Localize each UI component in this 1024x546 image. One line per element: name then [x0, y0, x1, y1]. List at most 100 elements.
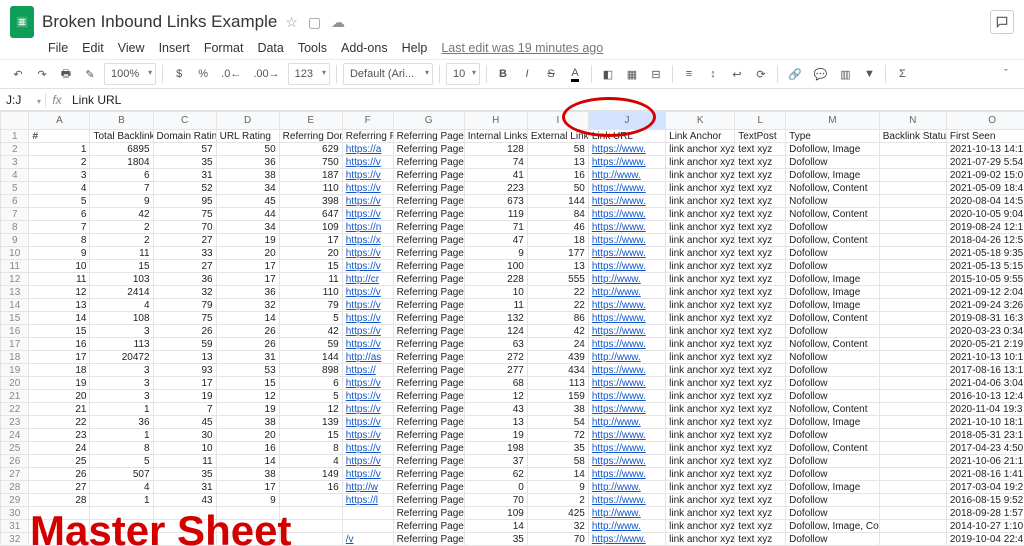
cell[interactable]: Dofollow, Image [786, 299, 880, 312]
cell[interactable]: 198 [464, 442, 527, 455]
cell[interactable]: https://www. [588, 182, 665, 195]
cell[interactable] [879, 403, 946, 416]
cell[interactable] [153, 507, 216, 520]
row-header[interactable]: 2 [1, 143, 29, 156]
menu-data[interactable]: Data [257, 41, 283, 55]
cell[interactable] [879, 455, 946, 468]
cell[interactable]: 26 [29, 468, 90, 481]
cell[interactable]: 2021-09-12 2:04 [946, 286, 1024, 299]
cell[interactable] [879, 364, 946, 377]
cell[interactable]: Dofollow [786, 156, 880, 169]
table-row[interactable]: 191839353898https://Referring Page277434… [1, 364, 1024, 377]
cell[interactable]: link anchor xyz [666, 507, 735, 520]
cell[interactable]: link anchor xyz [666, 403, 735, 416]
cell[interactable]: text xyz [735, 247, 786, 260]
cell[interactable]: 439 [527, 351, 588, 364]
header-cell[interactable]: First Seen [946, 130, 1024, 143]
col-header[interactable]: K [666, 112, 735, 130]
cell[interactable]: http://www. [588, 416, 665, 429]
cell[interactable]: 277 [464, 364, 527, 377]
cell[interactable] [90, 507, 153, 520]
font-size-select[interactable]: 10 [446, 63, 480, 85]
cell[interactable]: link anchor xyz [666, 273, 735, 286]
cell[interactable]: Dofollow [786, 390, 880, 403]
table-row[interactable]: 27265073538149https://vReferring Page621… [1, 468, 1024, 481]
table-row[interactable]: 29281439https://lReferring Page702https:… [1, 494, 1024, 507]
cell[interactable] [879, 429, 946, 442]
table-row[interactable]: 111015271715https://vReferring Page10013… [1, 260, 1024, 273]
cell[interactable]: 26 [216, 325, 279, 338]
cell[interactable]: https://www. [588, 234, 665, 247]
cell[interactable]: 17 [153, 377, 216, 390]
cell[interactable]: text xyz [735, 299, 786, 312]
cell[interactable]: 3 [29, 169, 90, 182]
col-header[interactable]: H [464, 112, 527, 130]
cell[interactable]: https://l [342, 494, 393, 507]
row-header[interactable]: 27 [1, 468, 29, 481]
cell[interactable]: 5 [29, 195, 90, 208]
cell[interactable]: 2021-07-29 5:54 [946, 156, 1024, 169]
rotate-button[interactable]: ⟳ [751, 63, 771, 85]
cell[interactable]: 2016-10-13 12:4 [946, 390, 1024, 403]
cell[interactable]: text xyz [735, 429, 786, 442]
cell[interactable]: 38 [216, 169, 279, 182]
cell[interactable]: 6 [90, 169, 153, 182]
cell[interactable]: 27 [29, 481, 90, 494]
cell[interactable]: 113 [527, 377, 588, 390]
cell[interactable]: Dofollow, Content [786, 442, 880, 455]
select-all-corner[interactable] [1, 112, 29, 130]
cell[interactable] [279, 507, 342, 520]
cell[interactable]: 9 [464, 247, 527, 260]
cell[interactable]: 36 [90, 416, 153, 429]
cell[interactable]: 79 [279, 299, 342, 312]
cell[interactable]: 132 [464, 312, 527, 325]
cell[interactable]: 108 [90, 312, 153, 325]
cell[interactable] [879, 195, 946, 208]
cell[interactable]: 31 [153, 169, 216, 182]
cell[interactable]: 177 [527, 247, 588, 260]
cell[interactable] [879, 325, 946, 338]
cell[interactable]: 21 [29, 403, 90, 416]
table-row[interactable]: 30Referring Page109425http://www.link an… [1, 507, 1024, 520]
cell[interactable]: 42 [527, 325, 588, 338]
cell[interactable]: 28 [29, 494, 90, 507]
borders-button[interactable]: ▦ [622, 63, 642, 85]
cell[interactable] [153, 533, 216, 546]
table-row[interactable]: 31Referring Page1432http://www.link anch… [1, 520, 1024, 533]
col-header[interactable]: I [527, 112, 588, 130]
cell[interactable]: 2020-05-21 2:19 [946, 338, 1024, 351]
cell[interactable]: Dofollow [786, 429, 880, 442]
cell[interactable]: Nofollow [786, 195, 880, 208]
table-row[interactable]: 4363138187https://vReferring Page4116htt… [1, 169, 1024, 182]
cell[interactable]: Dofollow, Image [786, 169, 880, 182]
table-row[interactable]: 151410875145https://vReferring Page13286… [1, 312, 1024, 325]
currency-button[interactable]: $ [169, 63, 189, 85]
cell[interactable]: https://www. [588, 260, 665, 273]
cell[interactable] [216, 507, 279, 520]
cell[interactable] [90, 533, 153, 546]
cell[interactable] [879, 468, 946, 481]
cell[interactable]: 54 [527, 416, 588, 429]
cell[interactable]: Dofollow, Image, Content [786, 520, 880, 533]
cell[interactable] [879, 299, 946, 312]
cell[interactable]: 15 [279, 260, 342, 273]
cell[interactable]: Referring Page [393, 429, 464, 442]
col-header[interactable]: M [786, 112, 880, 130]
column-header-row[interactable]: A B C D E F G H I J K L M N O P [1, 112, 1024, 130]
cell[interactable]: 43 [464, 403, 527, 416]
cell[interactable]: 2021-08-16 1:41 [946, 468, 1024, 481]
cell[interactable]: 86 [527, 312, 588, 325]
cell[interactable]: 4 [279, 455, 342, 468]
cell[interactable] [879, 312, 946, 325]
cell[interactable]: 2018-05-31 23:1 [946, 429, 1024, 442]
cell[interactable]: 1 [90, 429, 153, 442]
col-header[interactable]: A [29, 112, 90, 130]
cell[interactable]: 2017-03-04 19:2 [946, 481, 1024, 494]
cell[interactable]: text xyz [735, 455, 786, 468]
cell[interactable]: 113 [90, 338, 153, 351]
row-header[interactable]: 24 [1, 429, 29, 442]
cell[interactable]: https://v [342, 169, 393, 182]
cell[interactable]: Referring Page [393, 286, 464, 299]
cell[interactable]: 20 [29, 390, 90, 403]
cell[interactable]: link anchor xyz [666, 520, 735, 533]
